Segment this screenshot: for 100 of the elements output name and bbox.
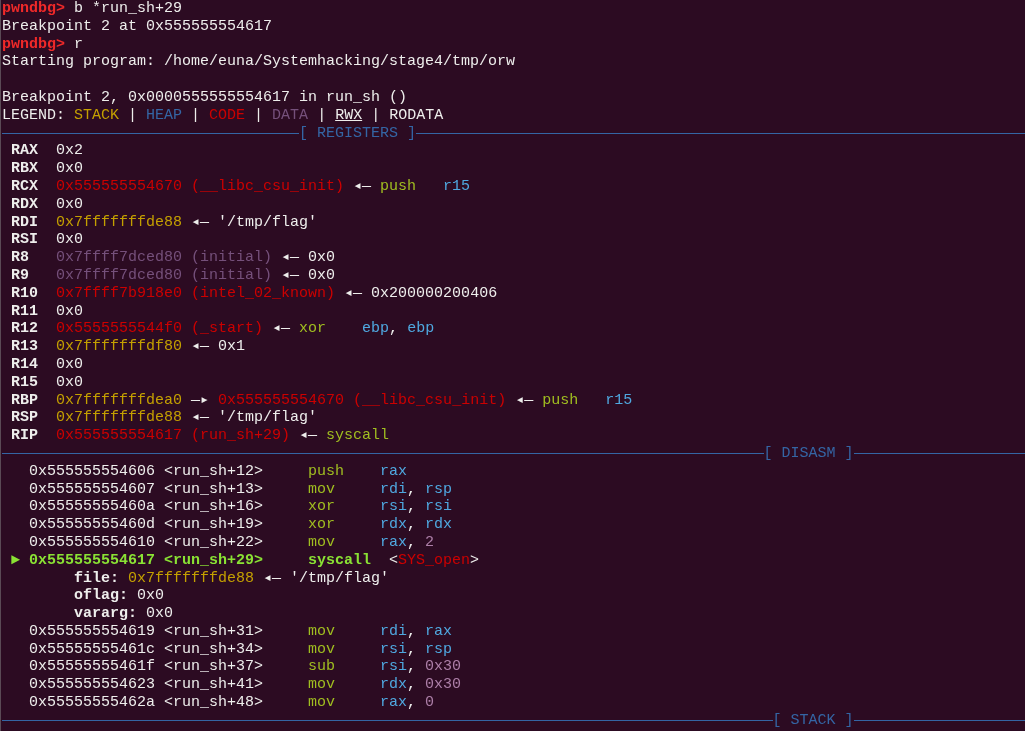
register-name: RBX — [11, 160, 39, 178]
register-operand: r15 — [443, 177, 471, 196]
comma-text: , — [407, 533, 417, 552]
code-address: (intel_02_known) — [191, 284, 336, 303]
code-address: SYS_open — [398, 551, 471, 570]
register-name: R15 — [11, 373, 39, 392]
register-name: RCX — [11, 177, 39, 196]
value-text: 0x1 — [218, 338, 246, 356]
pointer-arrow: ◂— — [281, 249, 300, 267]
register-operand: rdx — [425, 516, 453, 534]
register-operand: rsi — [380, 640, 408, 659]
mnemonic-text: push — [308, 462, 346, 481]
output-text: Breakpoint 2, 0x0000555555554617 in run_sh () — [2, 89, 408, 107]
stack-address: 0x7fffffffdea0 — [56, 391, 183, 410]
symbol-text: <run_sh+22> — [164, 533, 265, 552]
symbol-text: <run_sh+16> — [164, 498, 265, 517]
register-operand: rsi — [425, 498, 453, 517]
register-name: RBP — [11, 391, 39, 410]
mnemonic-text: mov — [308, 480, 337, 499]
value-text: '/tmp/flag' — [218, 409, 318, 428]
value-text: 0x200000200406 — [371, 284, 498, 303]
mnemonic-text: xor — [299, 320, 328, 339]
argument-name: vararg: — [74, 605, 137, 623]
pointer-arrow: ◂— — [299, 427, 318, 445]
prompt-text: pwndbg> — [2, 35, 65, 54]
value-text: 0x0 — [137, 587, 165, 606]
value-text: 0x0 — [56, 195, 83, 214]
instruction-address: 0x55555555460d — [29, 516, 157, 534]
mnemonic-text: mov — [308, 533, 337, 552]
value-text: 0x0 — [146, 605, 174, 623]
legend-label: LEGEND: — [2, 106, 65, 125]
register-name: RSI — [11, 231, 39, 250]
code-address: 0x5555555544f0 — [56, 320, 183, 339]
legend-item: HEAP — [146, 106, 183, 125]
pointer-arrow: ◂— — [272, 320, 291, 339]
value-text: 0x0 — [56, 231, 83, 250]
legend-item: STACK — [74, 106, 120, 125]
mnemonic-text: mov — [308, 622, 337, 641]
instruction-address: 0x55555555461c — [29, 640, 157, 659]
register-name: R12 — [11, 320, 39, 339]
mnemonic-text: mov — [308, 676, 337, 695]
value-text: '/tmp/flag' — [290, 569, 390, 588]
value-text: '/tmp/flag' — [218, 213, 318, 232]
number-operand: 0x30 — [425, 658, 462, 677]
instruction-address: 0x55555555461f — [29, 658, 157, 677]
register-name: R8 — [11, 249, 30, 267]
data-address: (initial) — [191, 249, 273, 267]
register-operand: rax — [380, 462, 408, 481]
instruction-address: 0x555555554617 — [29, 551, 157, 570]
legend-item: RODATA — [389, 106, 444, 125]
symbol-text: <run_sh+19> — [164, 516, 265, 534]
output-text: Starting program: /home/euna/Systemhacking/stage4/tmp/orw — [2, 53, 516, 72]
separator-text: | — [128, 106, 138, 125]
mnemonic-text: sub — [308, 658, 337, 677]
register-operand: ebp — [362, 320, 390, 339]
register-name: R13 — [11, 338, 39, 356]
value-text: 0x0 — [56, 373, 83, 392]
symbol-text: <run_sh+41> — [164, 676, 265, 695]
register-operand: rsp — [425, 640, 453, 659]
code-address: (__libc_csu_init) — [353, 391, 507, 410]
symbol-text: <run_sh+13> — [164, 480, 265, 499]
symbol-text: <run_sh+48> — [164, 694, 265, 712]
register-operand: rax — [380, 694, 408, 712]
code-address: 0x555555554617 — [56, 427, 183, 445]
value-text: 0x2 — [56, 142, 83, 161]
register-operand: rdx — [380, 516, 408, 534]
code-address: 0x555555554670 — [218, 391, 345, 410]
instruction-address: 0x555555554619 — [29, 622, 157, 641]
register-operand: rdx — [380, 676, 408, 695]
legend-item: RWX — [335, 106, 363, 125]
mnemonic-text: syscall — [308, 551, 372, 570]
value-text: 0x0 — [308, 249, 336, 267]
instruction-address: 0x555555554606 — [29, 462, 157, 481]
argument-name: file: — [74, 569, 119, 588]
value-text: > — [470, 551, 480, 570]
comma-text: , — [407, 658, 417, 677]
section-title: [ STACK ] — [772, 711, 854, 730]
value-text: 0x0 — [56, 302, 83, 321]
value-text: 0x0 — [56, 160, 83, 178]
instruction-address: 0x555555554623 — [29, 676, 157, 695]
output-text: Breakpoint 2 at 0x555555554617 — [2, 17, 273, 36]
value-text: 0x0 — [308, 266, 336, 285]
pointer-arrow: ◂— — [191, 338, 210, 356]
code-address: (run_sh+29) — [191, 427, 291, 445]
comma-text: , — [407, 498, 417, 517]
data-address: 0x7ffff7dced80 — [56, 249, 183, 267]
register-operand: rdi — [380, 480, 408, 499]
comma-text: , — [407, 480, 417, 499]
separator-text: | — [254, 106, 264, 125]
register-operand: rax — [425, 622, 453, 641]
register-name: RDX — [11, 195, 39, 214]
symbol-text: <run_sh+29> — [164, 551, 265, 570]
code-address: 0x555555554670 — [56, 177, 183, 196]
pointer-arrow: —▸ — [191, 391, 210, 410]
comma-text: , — [407, 676, 417, 695]
register-name: RDI — [11, 213, 39, 232]
command-text: r — [74, 35, 84, 54]
register-operand: rsi — [380, 658, 408, 677]
mnemonic-text: push — [542, 391, 580, 410]
pointer-arrow: ◂— — [515, 391, 534, 410]
